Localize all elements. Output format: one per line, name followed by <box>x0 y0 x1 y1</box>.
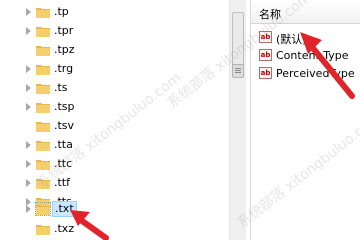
tree-item[interactable]: .ts <box>0 79 229 98</box>
tree-item[interactable]: .txz <box>0 220 229 239</box>
folder-icon <box>36 179 50 189</box>
expand-arrow-icon[interactable] <box>26 160 31 168</box>
string-value-icon: ab <box>259 31 272 43</box>
registry-values-list: 名称 ab (默认) ab Content Type ab PerceivedT… <box>250 0 360 240</box>
value-row[interactable]: ab PerceivedType <box>251 65 360 83</box>
string-value-icon: ab <box>259 49 272 61</box>
value-row[interactable]: ab Content Type <box>251 47 360 65</box>
folder-icon <box>36 65 50 75</box>
value-row[interactable]: ab (默认) <box>251 29 360 47</box>
expand-arrow-icon[interactable] <box>26 103 31 111</box>
tree-item-selected[interactable]: .txt <box>0 200 229 219</box>
tree-item-label: .tsp <box>54 100 75 113</box>
folder-icon <box>36 46 50 56</box>
expand-arrow-icon[interactable] <box>26 141 31 149</box>
tree-item-label: .ttc <box>54 157 73 170</box>
folder-icon <box>36 84 50 94</box>
tree-item[interactable]: .tpr <box>0 22 229 41</box>
tree-item-label: .txt <box>52 201 77 217</box>
expand-arrow-icon[interactable] <box>26 84 31 92</box>
tree-item[interactable]: .ttc <box>0 155 229 174</box>
registry-key-tree: .tp .tpr .tpz .trg .ts .tsp .tsv .tta .t… <box>0 0 229 240</box>
folder-icon <box>36 160 50 170</box>
tree-item[interactable]: .tp <box>0 3 229 22</box>
folder-icon <box>36 8 50 18</box>
tree-item[interactable]: .trg <box>0 60 229 79</box>
tree-item-label: .txz <box>54 222 75 235</box>
folder-icon <box>36 27 50 37</box>
tree-item-label: .tta <box>54 138 73 151</box>
expand-arrow-icon[interactable] <box>26 65 31 73</box>
value-name: PerceivedType <box>276 67 355 80</box>
folder-icon <box>36 122 50 132</box>
tree-item-label: .ts <box>54 81 68 94</box>
tree-item-label: .ttf <box>54 176 70 189</box>
tree-item-label: .tpr <box>54 24 74 37</box>
folder-icon <box>35 202 51 216</box>
column-header-label: 名称 <box>259 8 281 21</box>
tree-item[interactable]: .tsv <box>0 117 229 136</box>
scrollbar-thumb[interactable] <box>232 64 244 78</box>
folder-icon <box>36 103 50 113</box>
folder-icon <box>36 141 50 151</box>
tree-item[interactable]: .tsp <box>0 98 229 117</box>
tree-item[interactable]: .tta <box>0 136 229 155</box>
expand-arrow-icon[interactable] <box>26 205 31 213</box>
tree-item-label: .tsv <box>54 119 75 132</box>
tree-item[interactable]: .ttf <box>0 174 229 193</box>
tree-scrollbar[interactable] <box>229 0 246 240</box>
value-name: Content Type <box>276 49 349 62</box>
folder-icon <box>36 225 50 235</box>
tree-item-label: .trg <box>54 62 74 75</box>
expand-arrow-icon[interactable] <box>26 27 31 35</box>
tree-item-label: .tpz <box>54 43 75 56</box>
scrollbar-track-segment[interactable] <box>232 12 244 70</box>
tree-item-label: .tp <box>54 5 69 18</box>
tree-item[interactable]: .tpz <box>0 41 229 60</box>
column-header-name[interactable]: 名称 <box>251 0 360 24</box>
expand-arrow-icon[interactable] <box>26 8 31 16</box>
value-name: (默认) <box>276 33 307 46</box>
string-value-icon: ab <box>259 67 272 79</box>
expand-arrow-icon[interactable] <box>26 179 31 187</box>
